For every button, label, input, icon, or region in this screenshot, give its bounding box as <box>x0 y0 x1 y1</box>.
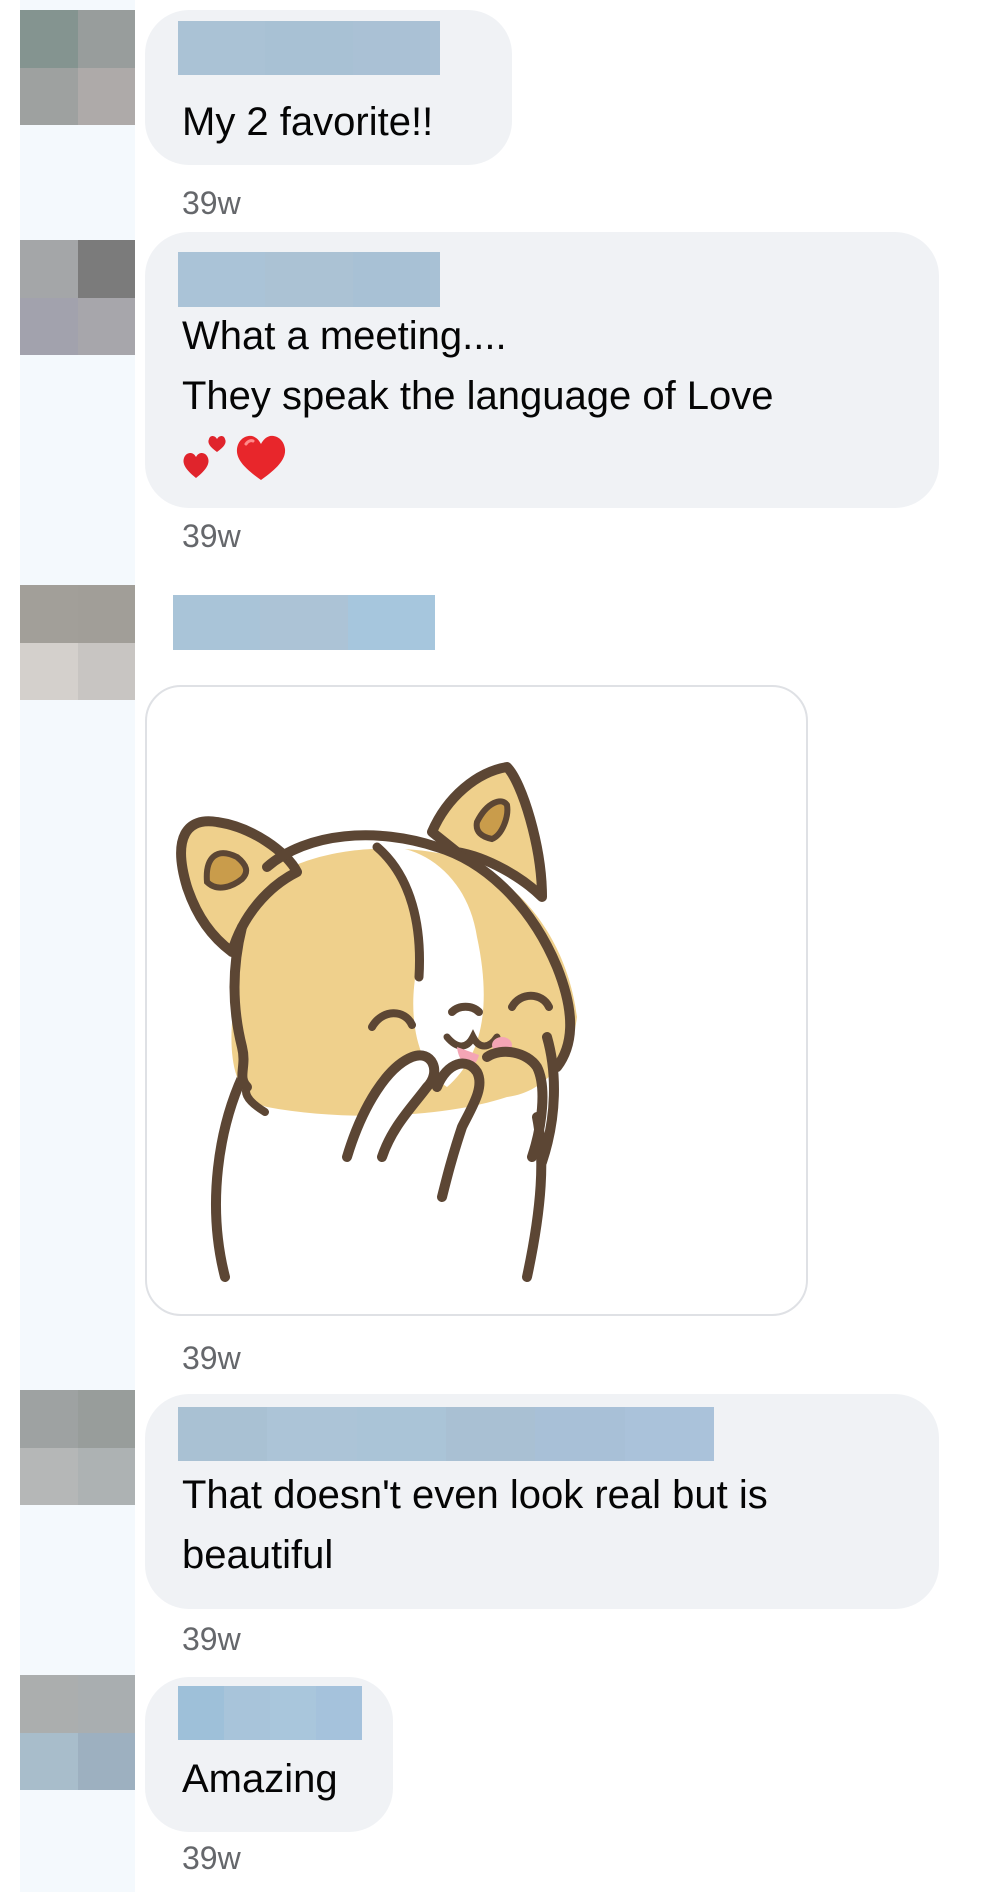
comment-bubble[interactable]: My 2 favorite!! <box>145 10 512 165</box>
comment-bubble[interactable]: Amazing <box>145 1677 393 1832</box>
comment-text: Amazing <box>182 1757 338 1801</box>
comment-bubble[interactable]: That doesn't even look real but is beaut… <box>145 1394 939 1609</box>
two-hearts-icon <box>183 436 226 478</box>
comment-text: That doesn't even look real but is beaut… <box>182 1473 768 1577</box>
comment: What a meeting.... They speak the langua… <box>145 232 939 554</box>
corgi-covering-face-sticker <box>176 762 577 1282</box>
timestamp[interactable]: 39w <box>182 1621 241 1657</box>
timestamp[interactable]: 39w <box>182 518 241 554</box>
timestamp[interactable]: 39w <box>182 185 241 221</box>
redacted-author-name[interactable] <box>178 252 440 307</box>
timestamp[interactable]: 39w <box>182 1840 241 1876</box>
avatar[interactable] <box>20 10 135 125</box>
avatar[interactable] <box>20 585 135 700</box>
comment-thread: My 2 favorite!! 39w What a meeting.... T… <box>0 0 990 1892</box>
red-heart-icon <box>236 435 286 480</box>
heart-emoji <box>182 432 288 482</box>
redacted-author-name[interactable] <box>178 1686 362 1740</box>
avatar[interactable] <box>20 1675 135 1790</box>
comment-text: What a meeting.... They speak the langua… <box>182 314 774 418</box>
comment: My 2 favorite!! 39w <box>145 10 512 221</box>
comment-bubble[interactable]: What a meeting.... They speak the langua… <box>145 232 939 508</box>
sticker-card[interactable] <box>145 685 808 1316</box>
comment: That doesn't even look real but is beaut… <box>145 1394 939 1657</box>
redacted-author-name[interactable] <box>178 21 440 75</box>
avatar[interactable] <box>20 1390 135 1505</box>
redacted-author-name[interactable] <box>173 595 435 650</box>
avatar[interactable] <box>20 240 135 355</box>
comment: Amazing 39w <box>145 1677 393 1876</box>
redacted-author-name[interactable] <box>178 1407 714 1461</box>
timestamp[interactable]: 39w <box>182 1340 241 1376</box>
comment-text: My 2 favorite!! <box>182 100 434 144</box>
